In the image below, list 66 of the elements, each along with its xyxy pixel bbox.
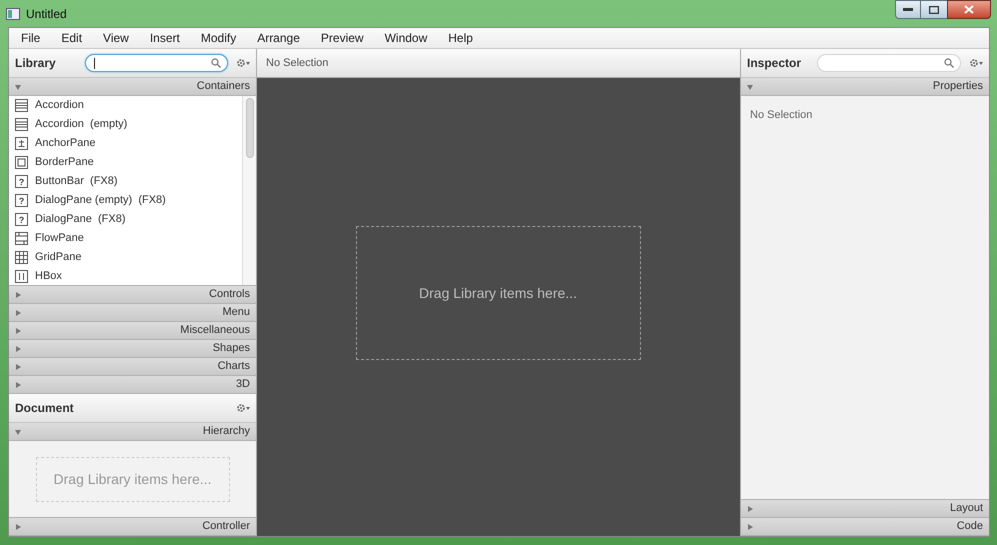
section-header[interactable]: Shapes	[9, 340, 256, 358]
question-icon: ?	[15, 194, 28, 207]
columns-icon	[15, 270, 28, 283]
scrollbar[interactable]	[242, 96, 256, 285]
border-layout-icon	[15, 156, 28, 169]
library-item[interactable]: ? DialogPane (FX8)	[9, 210, 242, 229]
section-header[interactable]: Layout	[741, 500, 989, 518]
section-header[interactable]: Controller	[9, 518, 256, 536]
maximize-button[interactable]	[921, 0, 947, 19]
menu-item[interactable]: Insert	[142, 29, 188, 47]
library-item[interactable]: Accordion (empty)	[9, 115, 242, 134]
text-cursor	[94, 58, 95, 68]
window-icon	[6, 8, 20, 20]
library-item[interactable]: BorderPane	[9, 153, 242, 172]
question-icon: ?	[15, 213, 28, 226]
menu-item[interactable]: Arrange	[249, 29, 308, 47]
library-item[interactable]: ? DialogPane (empty) (FX8)	[9, 191, 242, 210]
drop-zone: Drag Library items here...	[36, 456, 230, 502]
grid-icon	[15, 251, 28, 264]
flow-layout-icon	[15, 232, 28, 245]
close-button[interactable]	[947, 0, 991, 19]
accordion-icon	[15, 118, 28, 131]
search-icon	[211, 58, 221, 68]
library-item[interactable]: AnchorPane	[9, 134, 242, 153]
library-item[interactable]: GridPane	[9, 248, 242, 267]
search-field[interactable]	[817, 54, 961, 72]
panel-title: Library	[15, 55, 57, 72]
library-item[interactable]: ? ButtonBar (FX8)	[9, 172, 242, 191]
menu-item[interactable]: File	[13, 29, 48, 47]
anchor-icon	[15, 137, 28, 150]
search-field[interactable]	[85, 54, 228, 72]
section-header[interactable]: Containers	[9, 78, 256, 96]
minimize-button[interactable]	[895, 0, 921, 19]
window-title: Untitled	[26, 6, 67, 22]
scrollbar-thumb[interactable]	[246, 98, 254, 158]
section-header[interactable]: Miscellaneous	[9, 322, 256, 340]
settings-icon[interactable]	[236, 58, 250, 68]
menu-item[interactable]: Window	[376, 29, 436, 47]
library-item[interactable]: Accordion	[9, 96, 242, 115]
accordion-icon	[15, 99, 28, 112]
minimize-icon	[903, 8, 913, 11]
menu-item[interactable]: View	[95, 29, 137, 47]
search-icon	[944, 58, 954, 68]
section-header[interactable]: Menu	[9, 304, 256, 322]
section-header[interactable]: Charts	[9, 358, 256, 376]
menu-item[interactable]: Modify	[192, 29, 244, 47]
section-header[interactable]: Controls	[9, 286, 256, 304]
library-item[interactable]: HBox	[9, 267, 242, 285]
panel-title: Inspector	[747, 55, 802, 72]
section-header[interactable]: Code	[741, 518, 989, 536]
section-header[interactable]: Hierarchy	[9, 423, 256, 441]
section-header[interactable]: 3D	[9, 376, 256, 394]
question-icon: ?	[15, 175, 28, 188]
menu-item[interactable]: Preview	[312, 29, 372, 47]
panel-title: Document	[15, 400, 75, 417]
content-header: No Selection	[257, 49, 740, 78]
section-header[interactable]: Properties	[741, 78, 989, 96]
restore-icon	[929, 6, 939, 14]
empty-message: No Selection	[750, 109, 812, 121]
settings-icon[interactable]	[236, 403, 250, 413]
library-item[interactable]: FlowPane	[9, 229, 242, 248]
drop-zone: Drag Library items here...	[356, 226, 640, 360]
menu-item[interactable]: Help	[440, 29, 481, 47]
settings-icon[interactable]	[969, 58, 983, 68]
close-icon	[964, 5, 974, 14]
menu-item[interactable]: Edit	[53, 29, 90, 47]
